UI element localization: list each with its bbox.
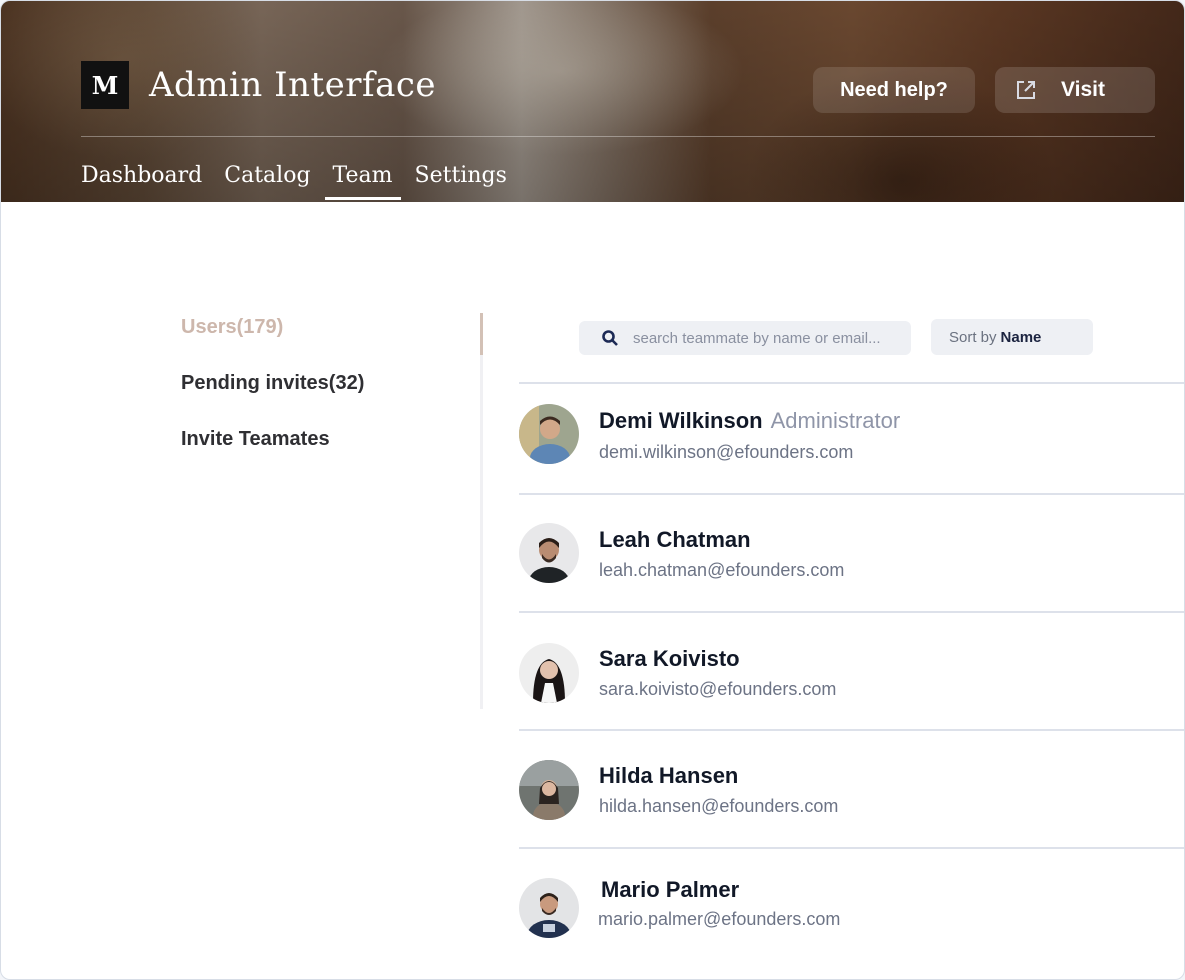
user-row[interactable]: Hilda Hansen hilda.hansen@efounders.com (519, 729, 1184, 847)
user-email: leah.chatman@efounders.com (599, 560, 845, 580)
side-item-invite-teammates[interactable]: Invite Teamates (181, 425, 364, 481)
user-email: hilda.hansen@efounders.com (599, 796, 839, 816)
side-menu-active-indicator (480, 313, 483, 355)
user-name: Sara Koivisto (599, 646, 740, 671)
user-name: Leah Chatman (599, 527, 751, 552)
header-banner: M Admin Interface Need help? Visit Dashb… (1, 1, 1184, 202)
header-divider (81, 136, 1155, 137)
user-email: mario.palmer@efounders.com (598, 909, 841, 929)
main-nav: Dashboard Catalog Team Settings (81, 161, 529, 200)
visit-button[interactable]: Visit (995, 67, 1155, 113)
sort-dropdown[interactable]: Sort by Name (931, 319, 1093, 355)
user-name: Hilda Hansen (599, 763, 739, 788)
sort-prefix: Sort by (949, 328, 997, 346)
tab-settings[interactable]: Settings (415, 161, 507, 200)
user-row[interactable]: Demi Wilkinson Administrator demi.wilkins… (519, 382, 1184, 493)
user-email: sara.koivisto@efounders.com (599, 679, 837, 699)
tab-team[interactable]: Team (324, 161, 401, 200)
need-help-button[interactable]: Need help? (813, 67, 975, 113)
external-link-icon (1015, 79, 1037, 101)
user-row[interactable]: Mario Palmer mario.palmer@efounders.com (519, 847, 1184, 959)
tab-catalog[interactable]: Catalog (224, 161, 310, 200)
avatar (519, 523, 579, 583)
user-email: demi.wilkinson@efounders.com (599, 442, 854, 462)
user-name: Demi Wilkinson Administrator (599, 408, 901, 433)
logo[interactable]: M (81, 61, 129, 109)
side-item-users[interactable]: Users(179) (181, 313, 364, 369)
user-role: Administrator (770, 408, 901, 433)
sort-value: Name (1000, 328, 1042, 346)
app-title: Admin Interface (149, 65, 437, 105)
tab-dashboard[interactable]: Dashboard (81, 161, 202, 200)
avatar (519, 404, 579, 464)
search-box[interactable] (579, 321, 911, 355)
search-input[interactable] (631, 328, 905, 348)
user-row[interactable]: Leah Chatman leah.chatman@efounders.com (519, 493, 1184, 611)
side-item-pending-invites[interactable]: Pending invites(32) (181, 369, 364, 425)
avatar (519, 643, 579, 703)
side-menu-track (480, 313, 483, 709)
user-name: Mario Palmer (601, 877, 740, 902)
user-list: Demi Wilkinson Administrator demi.wilkins… (519, 382, 1184, 959)
avatar (519, 878, 579, 938)
user-row[interactable]: Sara Koivisto sara.koivisto@efounders.co… (519, 611, 1184, 729)
search-icon (601, 329, 619, 347)
avatar (519, 760, 579, 820)
side-menu: Users(179) Pending invites(32) Invite Te… (181, 313, 364, 481)
app-window: M Admin Interface Need help? Visit Dashb… (0, 0, 1185, 980)
visit-label: Visit (1061, 78, 1105, 101)
